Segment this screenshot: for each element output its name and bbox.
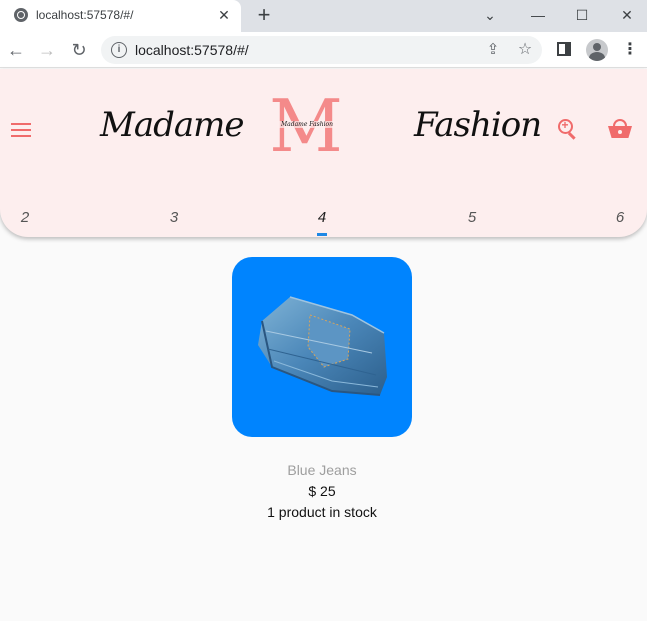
side-panel-icon[interactable] bbox=[557, 42, 571, 56]
forward-arrow-icon[interactable]: → bbox=[36, 39, 58, 61]
profile-avatar-icon[interactable] bbox=[586, 39, 608, 61]
tab-4[interactable]: 4 bbox=[307, 209, 337, 226]
browser-tab-strip: localhost:57578/#/ ✕ + ⌄ — ☐ ✕ bbox=[0, 0, 647, 32]
product-name: Blue Jeans bbox=[287, 462, 357, 478]
tab-title: localhost:57578/#/ bbox=[36, 8, 134, 22]
logo-script-text: Madame Fashion bbox=[277, 121, 337, 128]
brand-word-right: Fashion bbox=[414, 105, 542, 145]
browser-tab[interactable]: localhost:57578/#/ ✕ bbox=[0, 0, 241, 32]
bookmark-star-icon[interactable]: ☆ bbox=[515, 40, 535, 60]
tab-6[interactable]: 6 bbox=[605, 209, 635, 226]
app-header: Madame M Madame Fashion Fashion 2 3 4 5 … bbox=[0, 69, 647, 237]
tab-2[interactable]: 2 bbox=[10, 209, 40, 226]
share-icon[interactable]: ⇪ bbox=[483, 40, 503, 60]
brand-word-left: Madame bbox=[100, 105, 244, 145]
back-arrow-icon[interactable]: ← bbox=[5, 39, 27, 61]
tab-close-button[interactable]: ✕ bbox=[215, 6, 233, 24]
address-bar[interactable]: i localhost:57578/#/ ⇪ ☆ bbox=[101, 36, 542, 64]
tab-5[interactable]: 5 bbox=[457, 209, 487, 226]
shopping-basket-icon[interactable] bbox=[608, 119, 632, 139]
menu-icon[interactable] bbox=[11, 123, 31, 139]
window-close-button[interactable]: ✕ bbox=[607, 0, 647, 32]
browser-menu-icon[interactable]: ⋮ bbox=[622, 40, 638, 60]
zoom-search-icon[interactable] bbox=[558, 118, 580, 141]
tab-search-chevron-icon[interactable]: ⌄ bbox=[470, 0, 510, 32]
tab-3[interactable]: 3 bbox=[159, 209, 189, 226]
jeans-image-icon bbox=[258, 296, 387, 396]
site-info-icon[interactable]: i bbox=[111, 42, 127, 58]
product-stock: 1 product in stock bbox=[267, 504, 377, 520]
url-text[interactable]: localhost:57578/#/ bbox=[135, 42, 249, 58]
page-tabs: 2 3 4 5 6 bbox=[0, 207, 647, 237]
active-tab-indicator bbox=[317, 233, 327, 236]
maximize-button[interactable]: ☐ bbox=[562, 0, 602, 32]
browser-toolbar: ← → ↻ i localhost:57578/#/ ⇪ ☆ ⋮ bbox=[0, 32, 647, 68]
product-price: $ 25 bbox=[308, 483, 336, 499]
new-tab-button[interactable]: + bbox=[254, 4, 274, 26]
globe-icon bbox=[14, 8, 28, 22]
minimize-button[interactable]: — bbox=[518, 0, 558, 32]
product-image[interactable] bbox=[232, 257, 412, 437]
reload-icon[interactable]: ↻ bbox=[68, 39, 90, 61]
